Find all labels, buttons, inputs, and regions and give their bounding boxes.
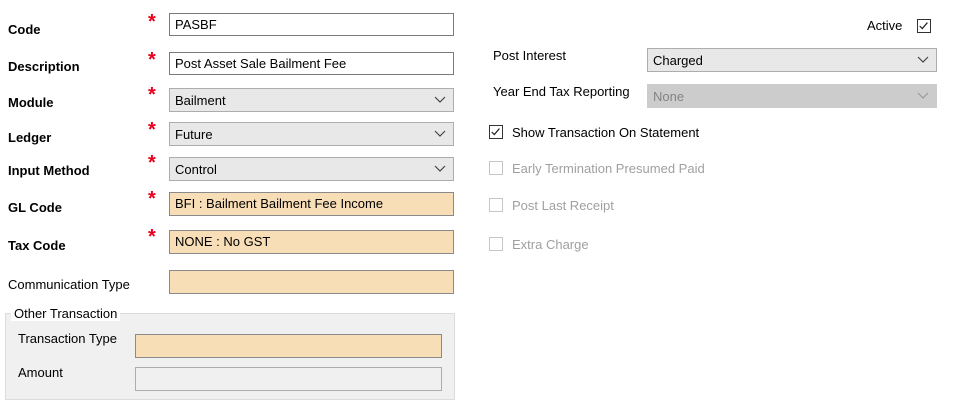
checkmark-icon bbox=[491, 128, 500, 136]
description-input[interactable]: Post Asset Sale Bailment Fee bbox=[169, 52, 454, 75]
other-transaction-title: Other Transaction bbox=[11, 306, 121, 321]
code-input[interactable]: PASBF bbox=[169, 13, 454, 36]
input-method-select[interactable]: Control bbox=[169, 157, 454, 181]
show-on-statement-label: Show Transaction On Statement bbox=[512, 125, 700, 140]
input-method-label: Input Method bbox=[8, 163, 90, 178]
module-select[interactable]: Bailment bbox=[169, 88, 454, 112]
ledger-label: Ledger bbox=[8, 130, 52, 145]
transaction-type-label: Transaction Type bbox=[18, 331, 117, 346]
communication-type-lookup[interactable] bbox=[169, 270, 454, 294]
input-method-select-value: Control bbox=[175, 162, 217, 177]
chevron-down-icon bbox=[434, 165, 446, 172]
tax-code-lookup[interactable]: NONE : No GST bbox=[169, 230, 454, 254]
show-on-statement-checkbox[interactable] bbox=[489, 125, 503, 139]
tax-code-label: Tax Code bbox=[8, 238, 66, 253]
description-required-marker: * bbox=[148, 49, 156, 71]
description-label: Description bbox=[8, 59, 80, 74]
amount-label: Amount bbox=[18, 365, 63, 380]
post-interest-select[interactable]: Charged bbox=[647, 48, 937, 72]
chevron-down-icon bbox=[434, 130, 446, 137]
ledger-select-value: Future bbox=[175, 127, 213, 142]
year-end-tax-select-value: None bbox=[653, 89, 685, 104]
gl-code-label: GL Code bbox=[8, 200, 62, 215]
post-interest-label: Post Interest bbox=[493, 48, 566, 63]
module-select-value: Bailment bbox=[175, 93, 226, 108]
code-required-marker: * bbox=[148, 11, 156, 33]
input-method-required-marker: * bbox=[148, 152, 156, 174]
checkmark-icon bbox=[919, 22, 928, 30]
extra-charge-label: Extra Charge bbox=[512, 237, 589, 252]
module-required-marker: * bbox=[148, 84, 156, 106]
post-last-receipt-label: Post Last Receipt bbox=[512, 198, 614, 213]
extra-charge-checkbox[interactable] bbox=[489, 237, 503, 251]
chevron-down-icon bbox=[434, 96, 446, 103]
amount-input[interactable] bbox=[135, 367, 442, 391]
communication-type-label: Communication Type bbox=[8, 277, 130, 292]
gl-code-required-marker: * bbox=[148, 188, 156, 210]
module-label: Module bbox=[8, 95, 54, 110]
post-interest-select-value: Charged bbox=[653, 53, 703, 68]
transaction-type-lookup[interactable] bbox=[135, 334, 442, 358]
active-checkbox[interactable] bbox=[917, 19, 931, 33]
early-termination-label: Early Termination Presumed Paid bbox=[512, 161, 705, 176]
code-label: Code bbox=[8, 22, 41, 37]
chevron-down-icon bbox=[917, 56, 929, 63]
early-termination-checkbox[interactable] bbox=[489, 161, 503, 175]
year-end-tax-label: Year End Tax Reporting bbox=[493, 84, 630, 99]
ledger-select[interactable]: Future bbox=[169, 122, 454, 146]
post-last-receipt-checkbox[interactable] bbox=[489, 198, 503, 212]
chevron-down-icon bbox=[917, 92, 929, 99]
gl-code-lookup[interactable]: BFI : Bailment Bailment Fee Income bbox=[169, 192, 454, 216]
ledger-required-marker: * bbox=[148, 119, 156, 141]
year-end-tax-select[interactable]: None bbox=[647, 84, 937, 108]
tax-code-required-marker: * bbox=[148, 226, 156, 248]
active-label: Active bbox=[867, 18, 903, 33]
